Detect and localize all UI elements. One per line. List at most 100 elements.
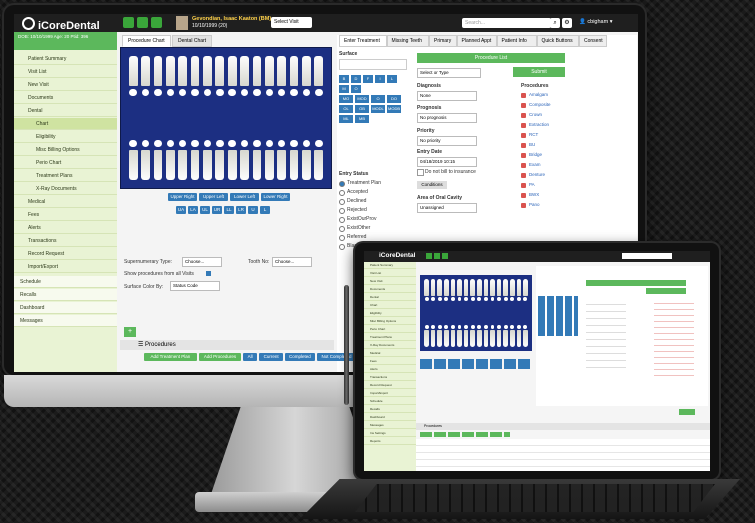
laptop-sidebar-item[interactable]: Reports [364,438,416,445]
priority-select[interactable]: No priority [417,136,477,146]
sidebar-item-chart[interactable]: Chart [14,118,117,130]
surface-button[interactable]: F [363,75,373,83]
sidebar-group-schedule[interactable]: Schedule [14,276,117,288]
upper-tooth-surface[interactable] [483,297,488,302]
lower-tooth[interactable] [302,150,311,180]
procedure-select[interactable]: Select or Type [417,68,481,78]
right-tab[interactable]: Consent [579,35,607,47]
procedure-link[interactable]: Extraction [529,122,549,127]
user-menu[interactable]: 👤 cbigham ▾ [579,19,612,25]
lower-tooth[interactable] [523,330,528,347]
surface-color-select[interactable]: Status Code [170,281,220,291]
upper-tooth[interactable] [203,56,212,86]
upper-tooth[interactable] [190,56,200,86]
right-tab[interactable]: Primary [429,35,457,47]
procedure-link[interactable]: Bridge [529,152,542,157]
procedure-filter-button[interactable]: Add Procedures [198,353,242,361]
laptop-procedure-list-button[interactable] [586,280,686,286]
lower-tooth[interactable] [240,150,249,180]
sidebar-item-xray-documents[interactable]: X-Ray Documents [14,183,117,195]
procedure-link[interactable]: Denture [529,172,545,177]
laptop-add-button[interactable] [434,253,440,259]
surface-button[interactable]: DO [387,95,401,103]
upper-tooth[interactable] [227,56,237,86]
procedure-filter-button[interactable]: Not Completed [316,353,357,361]
sidebar-group-dashboard[interactable]: Dashboard [14,302,117,314]
upper-tooth[interactable] [496,279,502,296]
upper-tooth[interactable] [523,279,528,296]
procedure-filter-button[interactable]: Current [259,353,284,361]
arch-button[interactable]: UL [200,206,210,214]
laptop-submit-button[interactable] [646,288,686,294]
lower-tooth-surface[interactable] [483,325,488,330]
search-input[interactable]: Search... [462,18,551,28]
laptop-form-fields[interactable] [586,298,626,368]
lower-tooth-surface[interactable] [510,325,515,330]
upper-tooth[interactable] [463,279,469,296]
upper-tooth-surface[interactable] [277,89,286,97]
lower-tooth-surface[interactable] [240,140,249,148]
sidebar-group-messages[interactable]: Messages [14,315,117,327]
surface-button[interactable]: L [387,75,397,83]
procedure-link[interactable]: Amalgam [529,92,548,97]
upper-tooth[interactable] [483,279,489,296]
lower-tooth-surface[interactable] [228,140,236,148]
upper-tooth-surface[interactable] [191,89,199,97]
area-oral-select[interactable]: Unassigned [417,203,477,213]
upper-tooth-surface[interactable] [141,89,150,97]
status-radio[interactable] [339,199,345,205]
upper-tooth[interactable] [178,56,187,86]
arch-button[interactable]: LA [188,206,198,214]
procedure-filter-button[interactable]: All [243,353,257,361]
upper-tooth[interactable] [516,279,522,296]
lower-tooth[interactable] [203,150,212,180]
upper-tooth[interactable] [289,56,299,86]
upper-tooth-surface[interactable] [290,89,298,97]
upper-tooth-surface[interactable] [240,89,249,97]
supernumerary-select[interactable]: Choose... [182,257,222,267]
laptop-action-buttons[interactable] [420,432,510,437]
upper-tooth[interactable] [128,56,138,86]
lower-tooth[interactable] [430,330,436,347]
lower-tooth-surface[interactable] [477,325,482,330]
arch-button[interactable]: LL [224,206,234,214]
lower-tooth-surface[interactable] [216,140,224,148]
lower-tooth[interactable] [503,330,508,347]
quadrant-button[interactable]: Upper Left [199,193,228,201]
surface-button[interactable]: MODL [371,105,385,113]
arch-button[interactable]: L [260,206,270,214]
upper-tooth-surface[interactable] [437,297,442,302]
upper-tooth-surface[interactable] [450,297,455,302]
lower-tooth-surface[interactable] [503,325,508,330]
lower-tooth-surface[interactable] [457,325,462,330]
arch-button[interactable]: UA [176,206,186,214]
calendar-button[interactable] [151,17,162,28]
laptop-sidebar-item[interactable]: Misc Billing Options [364,318,416,325]
status-radio[interactable] [339,235,345,241]
lower-tooth[interactable] [450,330,456,347]
laptop-sidebar-item[interactable]: Visit List [364,270,416,277]
right-tab[interactable]: Patient Info [496,35,537,47]
upper-tooth[interactable] [302,56,311,86]
sidebar-item-alerts[interactable]: Alerts [14,222,117,234]
arch-button[interactable]: U [248,206,258,214]
lower-tooth[interactable] [470,330,475,347]
upper-tooth[interactable] [424,279,429,296]
lower-tooth[interactable] [215,150,225,180]
upper-tooth[interactable] [264,56,274,86]
tab-dental-chart[interactable]: Dental Chart [172,35,213,47]
lower-tooth[interactable] [463,330,469,347]
status-radio[interactable] [339,181,345,187]
laptop-sidebar-item[interactable]: Schedule [364,398,416,405]
laptop-sidebar-item[interactable]: Dental [364,294,416,301]
right-tab[interactable]: Planned Appt [456,35,497,47]
laptop-quick-procedures[interactable] [654,298,694,376]
upper-tooth-surface[interactable] [431,297,436,302]
procedure-link[interactable]: Exam [529,162,541,167]
arch-button[interactable]: UR [212,206,222,214]
quadrant-button[interactable]: Lower Left [230,193,259,201]
tooth-chart[interactable] [120,47,332,189]
lower-tooth-surface[interactable] [523,325,528,330]
not-sent-checkbox[interactable] [417,169,424,176]
laptop-sidebar-item[interactable]: Messages [364,422,416,429]
